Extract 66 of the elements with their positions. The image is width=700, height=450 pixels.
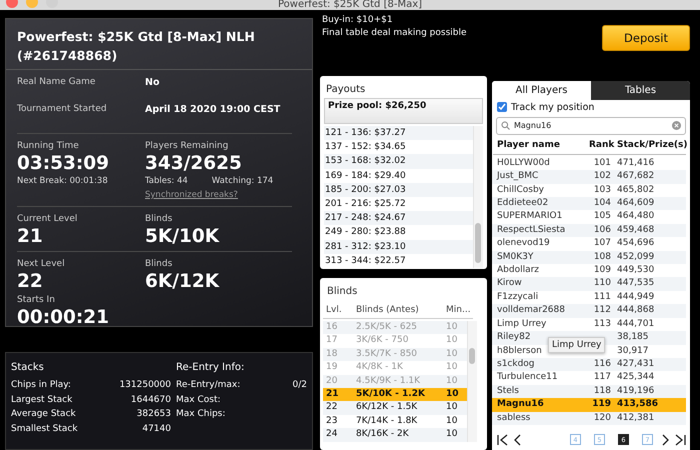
blind-level-row: 24 8K/16K - 2K 10 <box>323 428 467 442</box>
stat-value: 0/2 <box>292 379 307 392</box>
info-label: Tournament Started <box>17 103 108 116</box>
stat-label: Running Time <box>17 140 80 153</box>
stat-label: Blinds <box>145 213 174 226</box>
stat-label: Smallest Stack <box>11 422 78 436</box>
stat-label: Chips in Play: <box>11 379 71 392</box>
deal-note: Final table deal making possible <box>322 27 468 40</box>
stat-value: 131250000 <box>119 379 171 392</box>
info-label: Real Name Game <box>17 76 96 89</box>
column-header: Stack/Prize(s) <box>617 138 688 152</box>
next-break-text: Next Break: 00:01:38 <box>17 175 109 188</box>
section-heading: Stacks <box>11 361 45 375</box>
blind-level-row: 20 4.5K/9K - 1.1K 10 <box>323 374 467 388</box>
stat-value: 343/2625 <box>145 153 243 175</box>
info-value: No <box>145 76 160 90</box>
checkbox-label: Track my position <box>511 100 594 114</box>
tournament-title: Powerfest: $25K Gtd [8-Max] NLH (#261748868) <box>6 19 312 70</box>
stat-value: 03:53:09 <box>17 153 110 175</box>
stat-label: Max Cost: <box>176 394 221 406</box>
payout-row: 153 - 168: $32.02 <box>324 154 473 169</box>
column-header: Blinds (Antes) <box>356 304 420 317</box>
stat-label: Largest Stack <box>11 394 72 406</box>
column-header: Min... <box>446 304 472 317</box>
stat-label: Max Chips: <box>176 408 226 421</box>
stat-label: Players Remaining <box>145 140 230 153</box>
stat-label: Starts In <box>17 294 56 307</box>
blind-level-row: 22 6K/12K - 1.5K 10 <box>323 401 467 415</box>
tooltip: Limp Urrey <box>548 336 606 353</box>
blind-level-row: 18 3.5K/7K - 850 10 <box>323 348 467 362</box>
section-heading: Re-Entry Info: <box>176 361 246 375</box>
tables-count: Tables: 44 <box>145 175 188 188</box>
payout-row-text: 313 - 344: $22.57 <box>324 254 407 268</box>
stat-label: Current Level <box>17 213 78 226</box>
payout-row: 217 - 248: $24.67 <box>324 211 473 226</box>
payout-row: 281 - 312: $23.10 <box>324 240 473 254</box>
stat-value: 5K/10K <box>145 226 220 248</box>
payout-row: 121 - 136: $37.27 <box>324 126 473 140</box>
column-header: Lvl. <box>326 304 343 317</box>
stat-label: Average Stack <box>11 408 76 421</box>
info-value: April 18 2020 19:00 CEST <box>145 103 282 117</box>
blind-level-row: 21 5K/10K - 1.2K 10 <box>323 388 467 402</box>
stat-value: 22 <box>17 271 44 293</box>
blind-level-row: 16 2.5K/5K - 625 10 <box>323 321 467 334</box>
stat-label: Next Level <box>17 258 66 271</box>
stat-value: 1644670 <box>130 394 171 406</box>
prize-pool-text: Prize pool: $26,250 <box>324 98 483 124</box>
stat-label: Re-Entry/max: <box>176 379 240 392</box>
blind-level-row: 23 7K/14K - 1.8K 10 <box>323 414 467 428</box>
payout-row-text: 169 - 184: $29.40 <box>324 170 407 183</box>
stat-value: 6K/12K <box>145 271 220 293</box>
payout-row-text: 201 - 216: $25.72 <box>324 198 407 212</box>
panel-heading: Payouts <box>325 83 366 97</box>
payout-row-text: 137 - 152: $34.65 <box>324 141 407 154</box>
column-header: Rank <box>589 138 616 152</box>
stat-value: 47140 <box>142 422 171 436</box>
payout-row: 185 - 200: $27.03 <box>324 182 473 198</box>
buy-in-text: Buy-in: $10+$1 <box>322 14 394 27</box>
payout-row-text: 249 - 280: $23.88 <box>324 226 407 240</box>
stat-value: 382653 <box>136 408 171 421</box>
stat-value: 21 <box>17 226 44 248</box>
watching-count: Watching: 174 <box>212 175 274 188</box>
stat-label: Blinds <box>145 258 174 271</box>
panel-heading: Blinds <box>326 285 358 299</box>
stat-value: 00:00:21 <box>17 307 110 329</box>
column-header: Player name <box>497 138 561 152</box>
